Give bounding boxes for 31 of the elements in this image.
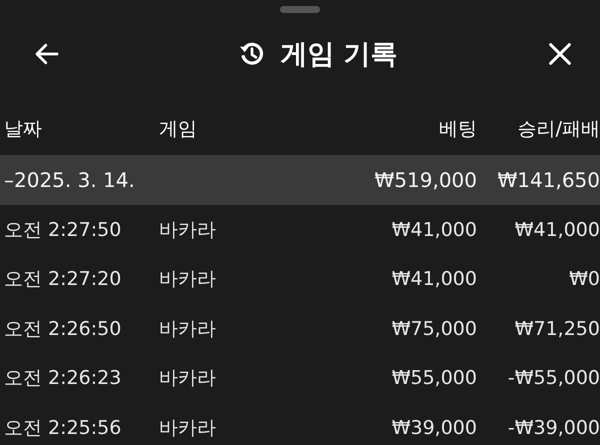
date-group-row[interactable]: –2025. 3. 14. ₩519,000 ₩141,650 (0, 155, 600, 205)
table-cell-text: 오전 2:27:20 (4, 267, 122, 292)
group-date: –2025. 3. 14. (4, 168, 136, 192)
table-cell: ₩0 (569, 268, 600, 290)
close-icon (546, 40, 574, 68)
table-cell: ₩141,650 (498, 168, 600, 192)
drag-handle[interactable] (280, 6, 320, 13)
table-cell-text: 바카라 (159, 366, 217, 392)
window-title: 게임 기록 (280, 38, 398, 72)
table-cell: ₩519,000 (374, 168, 477, 192)
table-cell: -₩39,000 (508, 416, 600, 439)
table-cell: ₩41,000 (392, 218, 477, 241)
table-cell: -₩55,000 (508, 367, 600, 390)
table-cell: ₩75,000 (392, 318, 477, 340)
table-cell-text: 바카라 (159, 316, 217, 342)
table-cell: ₩39,000 (392, 416, 477, 439)
table-cell: ₩41,000 (514, 218, 600, 241)
table-cell-text: 오전 2:26:23 (4, 366, 122, 392)
table-cell-text: 바카라 (159, 416, 217, 441)
table-cell-text: 바카라 (159, 267, 217, 292)
table-cell: ₩41,000 (392, 268, 477, 290)
column-header: 베팅 (439, 117, 477, 142)
table-cell: ₩55,000 (392, 367, 477, 390)
table-cell-text: 오전 2:25:56 (4, 416, 122, 441)
column-header: 승리/패배 (518, 117, 600, 142)
column-header: 날짜 (4, 117, 43, 142)
table-cell-text: 오전 2:26:50 (4, 316, 122, 342)
table-cell-text: 바카라 (159, 218, 217, 243)
column-header: 게임 (159, 117, 198, 142)
table-cell-text: 오전 2:27:50 (4, 218, 122, 243)
table-cell: ₩71,250 (514, 318, 600, 340)
